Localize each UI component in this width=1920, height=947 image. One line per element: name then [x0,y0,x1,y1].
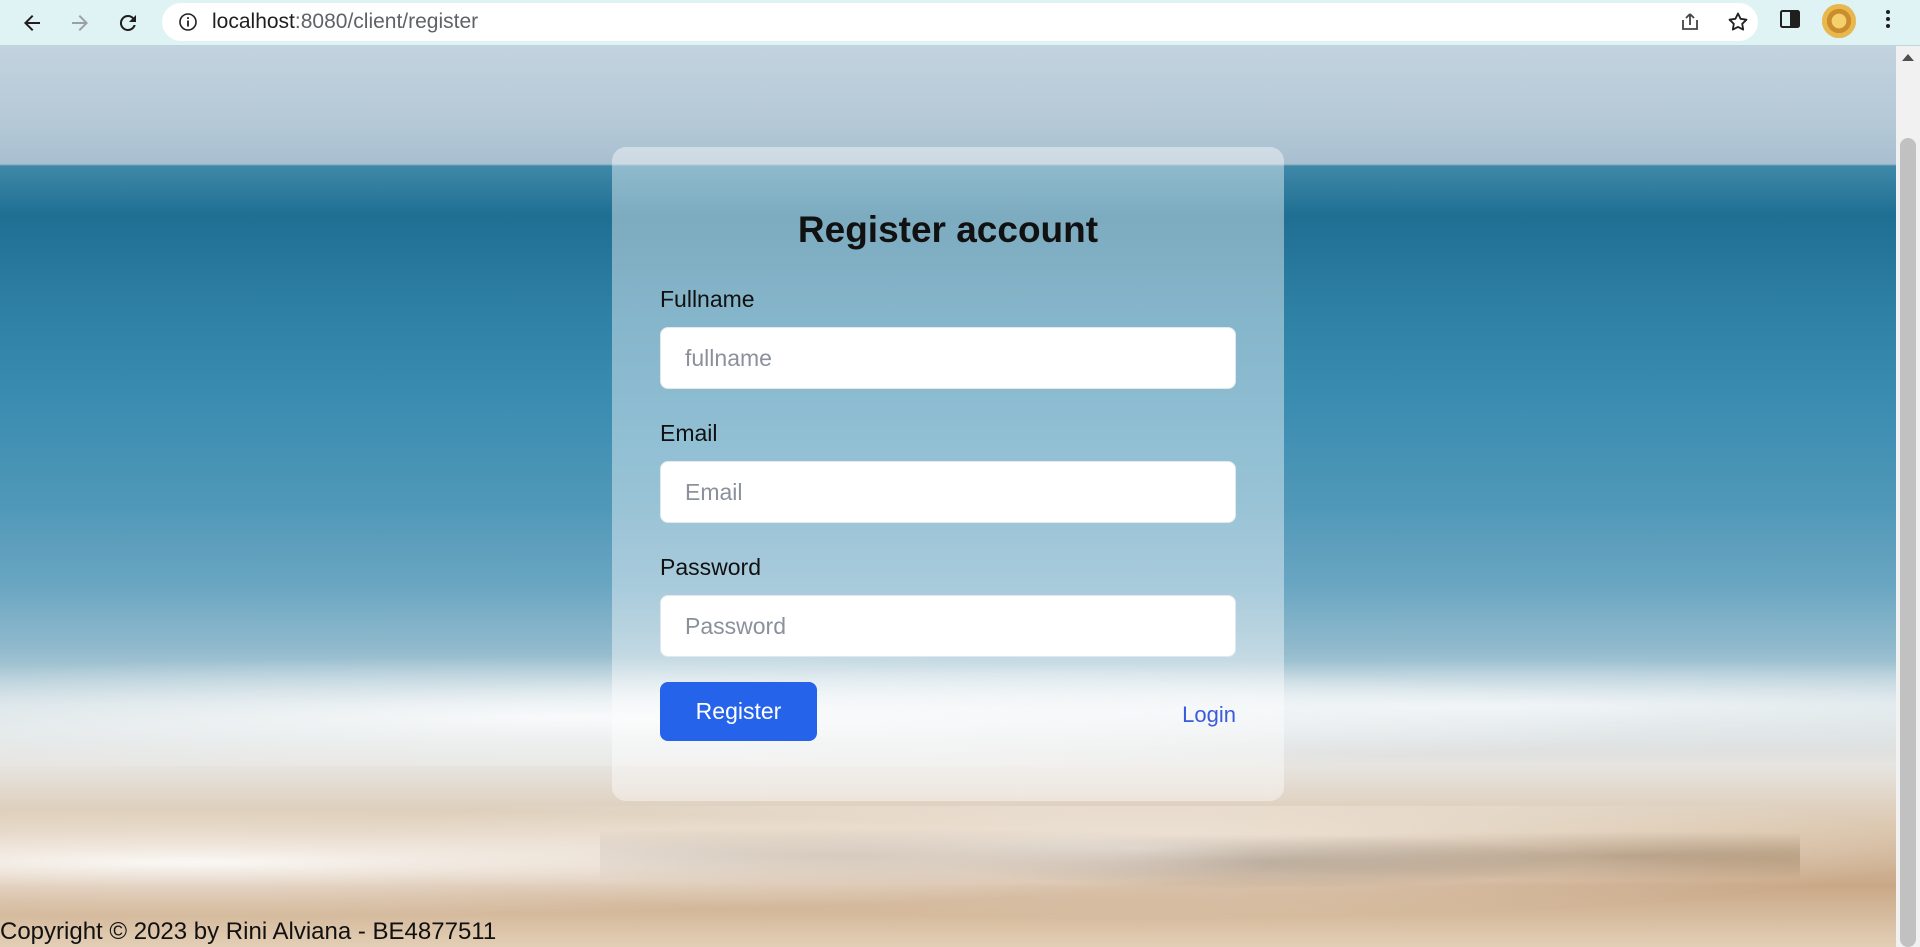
password-input[interactable] [660,595,1236,657]
email-input[interactable] [660,461,1236,523]
fullname-input[interactable] [660,327,1236,389]
fullname-label: Fullname [660,286,755,312]
back-button[interactable] [12,3,52,43]
scrollbar-thumb[interactable] [1900,138,1916,947]
password-label: Password [660,554,761,580]
profile-avatar[interactable] [1822,4,1856,38]
reload-icon [119,14,136,31]
register-card: Register account Fullname Email Password… [612,147,1284,801]
back-arrow-icon [24,15,40,31]
forward-button[interactable] [60,3,100,43]
share-icon[interactable] [1678,10,1702,34]
page-title: Register account [797,209,1099,250]
url-path: :8080/client/register [294,10,479,33]
reload-button[interactable] [108,3,148,43]
side-panel-icon[interactable] [1778,7,1802,31]
login-link[interactable]: Login [1084,702,1236,728]
forward-arrow-icon [72,15,88,31]
url-host: localhost [212,10,295,33]
email-label: Email [660,420,718,446]
browser-toolbar: localhost:8080/client/register [0,0,1920,46]
info-icon[interactable] [178,12,198,32]
copyright-footer: Copyright © 2023 by Rini Alviana - BE487… [0,918,497,945]
address-bar[interactable]: localhost:8080/client/register [162,3,1758,41]
page-scrollbar[interactable] [1896,46,1920,947]
page-viewport: Register account Fullname Email Password… [0,46,1896,947]
scroll-up-arrow-icon[interactable] [1902,54,1914,61]
kebab-menu-icon[interactable] [1876,7,1900,31]
url-text[interactable]: localhost:8080/client/register [212,3,478,41]
star-icon[interactable] [1726,10,1750,34]
register-button[interactable]: Register [660,682,817,741]
